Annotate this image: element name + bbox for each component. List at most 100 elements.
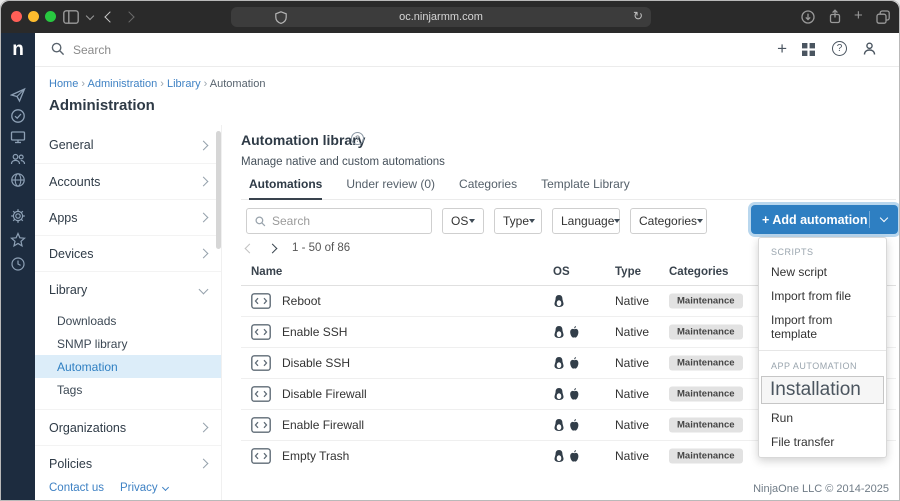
section-title: Automation library — [241, 132, 365, 148]
categories-filter-dropdown[interactable]: Categories — [630, 208, 707, 234]
menu-item-import-from-file[interactable]: Import from file — [759, 284, 886, 308]
history-clock-icon[interactable] — [10, 256, 26, 272]
nav-scrollbar-thumb[interactable] — [216, 131, 221, 249]
sidebar-item-general[interactable]: General — [35, 127, 221, 163]
automation-type: Native — [615, 449, 649, 463]
search-icon[interactable] — [51, 42, 65, 61]
sidebar-item-downloads[interactable]: Downloads — [35, 309, 221, 332]
downloads-icon[interactable] — [801, 10, 815, 29]
status-check-icon[interactable] — [10, 108, 26, 124]
apple-icon — [568, 356, 580, 370]
caret-down-icon — [529, 219, 535, 223]
address-bar[interactable]: oc.ninjarmm.com ↻ — [231, 7, 651, 27]
admin-nav-panel: General Accounts Apps Devices Library Do… — [35, 125, 222, 501]
os-icons — [553, 325, 580, 339]
sidebar-toggle-icon[interactable] — [63, 10, 79, 29]
sidebar-item-policies[interactable]: Policies — [35, 445, 221, 481]
chevron-right-icon — [199, 249, 209, 259]
breadcrumb: Home › Administration › Library › Automa… — [49, 78, 265, 90]
col-name[interactable]: Name — [251, 266, 282, 278]
sidebar-item-apps[interactable]: Apps — [35, 199, 221, 235]
tab-under-review[interactable]: Under review (0) — [346, 177, 435, 199]
col-type[interactable]: Type — [615, 266, 641, 278]
contact-us-link[interactable]: Contact us — [49, 482, 104, 494]
favorites-star-icon[interactable] — [10, 232, 26, 248]
sidebar-item-automation[interactable]: Automation — [35, 355, 221, 378]
tab-bar: Automations Under review (0) Categories … — [241, 177, 896, 200]
url-text: oc.ninjarmm.com — [399, 11, 483, 23]
col-categories[interactable]: Categories — [669, 266, 728, 278]
user-account-icon[interactable] — [862, 41, 877, 61]
add-automation-menu: SCRIPTS New script Import from file Impo… — [758, 237, 887, 458]
breadcrumb-library[interactable]: Library — [167, 78, 201, 90]
devices-monitor-icon[interactable] — [10, 129, 26, 145]
tab-overview-icon[interactable] — [876, 10, 890, 29]
breadcrumb-home[interactable]: Home — [49, 78, 78, 90]
prev-page-button[interactable] — [245, 243, 255, 253]
breadcrumb-current: Automation — [210, 78, 266, 90]
globe-icon[interactable] — [10, 172, 26, 188]
sidebar-chevron-icon[interactable] — [86, 12, 94, 20]
sidebar-item-snmp-library[interactable]: SNMP library — [35, 332, 221, 355]
reload-icon[interactable]: ↻ — [633, 9, 643, 23]
automation-name: Enable Firewall — [282, 418, 364, 432]
sidebar-item-library[interactable]: Library — [35, 271, 221, 307]
forward-button[interactable] — [123, 11, 134, 22]
minimize-window-button[interactable] — [28, 11, 39, 22]
privacy-shield-icon[interactable] — [275, 11, 287, 27]
os-icons — [553, 418, 580, 432]
sidebar-item-tags[interactable]: Tags — [35, 378, 221, 401]
menu-item-import-from-template[interactable]: Import from template — [759, 308, 886, 346]
users-icon[interactable] — [10, 151, 26, 167]
zoom-window-button[interactable] — [45, 11, 56, 22]
breadcrumb-administration[interactable]: Administration — [88, 78, 158, 90]
quick-add-icon[interactable]: + — [777, 39, 787, 59]
close-window-button[interactable] — [11, 11, 22, 22]
apps-grid-icon[interactable] — [802, 43, 815, 61]
automation-type: Native — [615, 325, 649, 339]
sidebar-item-organizations[interactable]: Organizations — [35, 409, 221, 445]
automation-type: Native — [615, 418, 649, 432]
help-icon[interactable]: ? — [832, 41, 847, 56]
menu-item-installation[interactable]: Installation — [761, 376, 884, 404]
menu-item-run[interactable]: Run — [759, 406, 886, 430]
browser-toolbar: oc.ninjarmm.com ↻ + — [1, 1, 899, 33]
add-automation-button[interactable]: + Add automation — [751, 205, 898, 234]
tab-template-library[interactable]: Template Library — [541, 177, 630, 199]
back-button[interactable] — [104, 11, 115, 22]
privacy-link[interactable]: Privacy — [120, 482, 168, 494]
share-icon[interactable] — [828, 9, 842, 29]
col-os[interactable]: OS — [553, 266, 570, 278]
global-search-input[interactable]: Search — [73, 43, 111, 57]
chevron-down-icon — [162, 483, 169, 490]
next-page-button[interactable] — [268, 243, 278, 253]
tab-categories[interactable]: Categories — [459, 177, 517, 199]
copyright-text: NinjaOne LLC © 2014-2025 — [753, 483, 889, 495]
language-filter-dropdown[interactable]: Language — [552, 208, 620, 234]
add-automation-caret[interactable] — [870, 218, 898, 221]
menu-item-file-transfer[interactable]: File transfer — [759, 430, 886, 454]
os-icons — [553, 387, 580, 401]
sidebar-item-accounts[interactable]: Accounts — [35, 163, 221, 199]
os-icons — [553, 356, 580, 370]
automation-search-input[interactable]: Search — [246, 208, 432, 234]
script-icon — [251, 386, 271, 402]
os-filter-dropdown[interactable]: OS — [442, 208, 484, 234]
settings-gear-icon[interactable] — [10, 208, 26, 224]
script-icon — [251, 293, 271, 309]
send-icon[interactable] — [10, 87, 26, 103]
category-badge: Maintenance — [669, 355, 743, 370]
menu-item-new-script[interactable]: New script — [759, 260, 886, 284]
linux-icon — [553, 294, 565, 308]
sidebar-item-devices[interactable]: Devices — [35, 235, 221, 271]
chevron-down-icon — [880, 214, 888, 222]
tab-automations[interactable]: Automations — [249, 177, 322, 200]
new-tab-icon[interactable]: + — [854, 7, 863, 24]
apple-icon — [568, 449, 580, 463]
ninjaone-logo[interactable]: n — [1, 33, 35, 66]
chevron-right-icon — [199, 213, 209, 223]
section-help-icon[interactable]: ? — [351, 132, 364, 145]
section-subtitle: Manage native and custom automations — [241, 156, 445, 168]
apple-icon — [568, 325, 580, 339]
type-filter-dropdown[interactable]: Type — [494, 208, 542, 234]
